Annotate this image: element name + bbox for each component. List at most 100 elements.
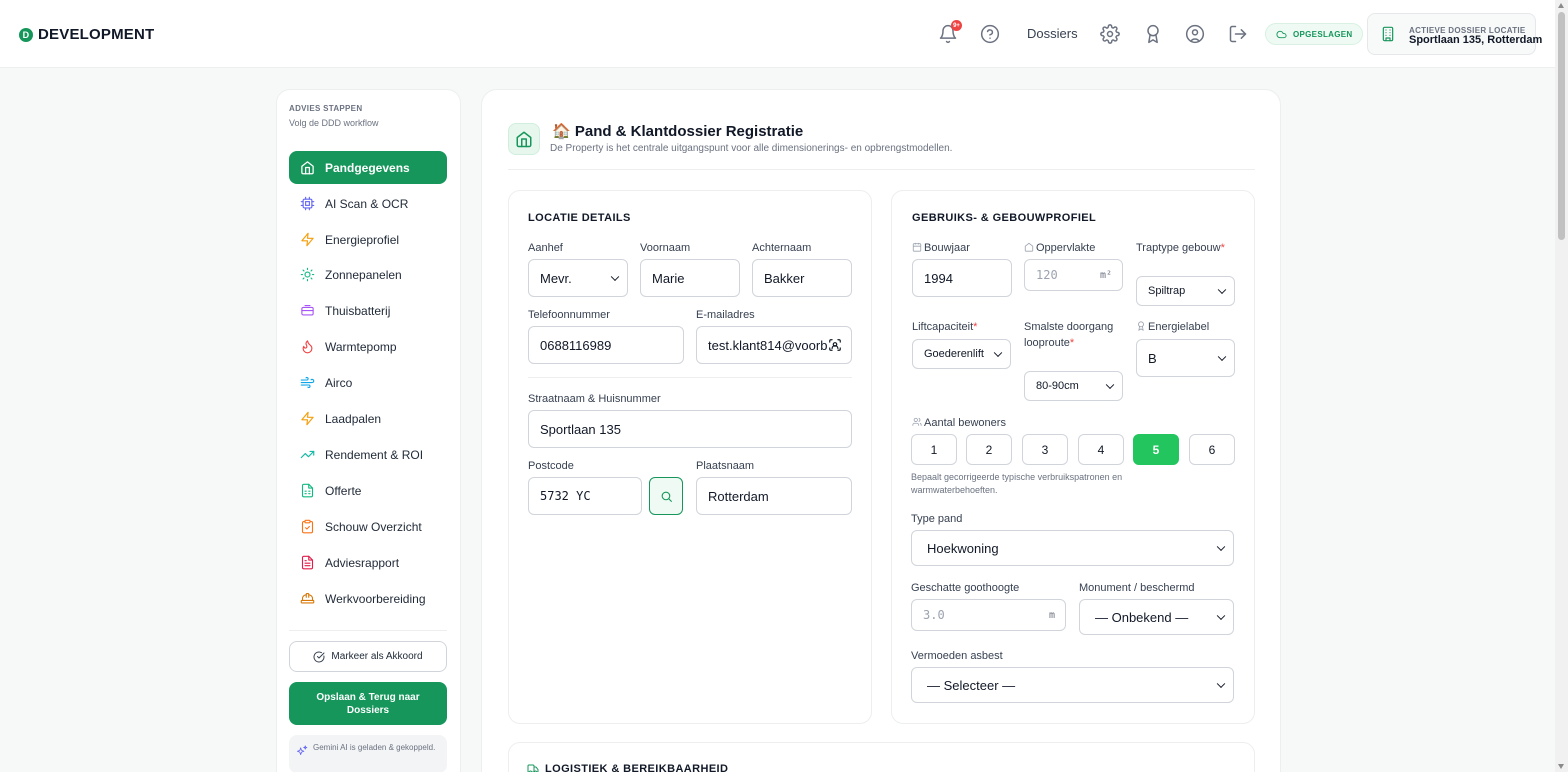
postcode-value: 5732 YC: [540, 489, 591, 503]
gear-icon[interactable]: [1100, 24, 1120, 44]
oppervlakte-label: Oppervlakte: [1024, 240, 1095, 256]
sidebar-item-werkvoorbereiding[interactable]: Werkvoorbereiding: [289, 582, 447, 615]
mark-approved-button[interactable]: Markeer als Akkoord: [289, 641, 447, 672]
award-icon[interactable]: [1143, 24, 1163, 44]
monument-label: Monument / beschermd: [1079, 582, 1195, 594]
page-scrollbar[interactable]: [1555, 0, 1568, 772]
report-icon: [299, 555, 315, 571]
straat-input[interactable]: Sportlaan 135: [528, 410, 852, 448]
required-marker: *: [1069, 337, 1075, 349]
wind-icon: [299, 375, 315, 391]
ai-status-note: Gemini AI is geladen & gekoppeld.: [289, 735, 447, 772]
bolt-icon: [299, 232, 315, 248]
goothoogte-unit: m: [1048, 609, 1055, 621]
bouwjaar-label-text: Bouwjaar: [924, 242, 970, 254]
telefoon-value: 0688116989: [540, 337, 612, 353]
asbest-value: — Selecteer —: [927, 677, 1016, 693]
lift-select[interactable]: Goederenlift: [912, 339, 1011, 369]
email-input[interactable]: test.klant814@voorb: [696, 326, 852, 364]
postcode-input[interactable]: 5732 YC: [528, 477, 642, 515]
bewoners-option-1[interactable]: 1: [911, 434, 957, 465]
goothoogte-input[interactable]: 3.0 m: [911, 599, 1066, 631]
sidebar-item-airco[interactable]: Airco: [289, 366, 447, 399]
bewoners-option-6[interactable]: 6: [1189, 434, 1235, 465]
sidebar-item-label: Zonnepanelen: [325, 267, 402, 282]
building-icon: [1380, 26, 1396, 42]
scroll-thumb[interactable]: [1558, 12, 1565, 240]
sidebar-item-label: Pandgegevens: [325, 160, 410, 175]
sidebar-item-pandgegevens[interactable]: Pandgegevens: [289, 151, 447, 184]
bolt-icon: [299, 411, 315, 427]
traptype-select[interactable]: Spiltrap: [1136, 276, 1235, 306]
required-marker: *: [973, 321, 978, 333]
sparkles-icon: [297, 745, 308, 756]
oppervlakte-input[interactable]: 120 m²: [1024, 259, 1123, 291]
asbest-select[interactable]: — Selecteer —: [911, 667, 1234, 703]
search-icon: [661, 491, 672, 502]
nav-dossiers-link[interactable]: Dossiers: [1027, 26, 1078, 41]
scroll-down-arrow[interactable]: [1558, 764, 1564, 769]
sidebar-item-adviesrapport[interactable]: Adviesrapport: [289, 546, 447, 579]
active-dossier-location[interactable]: ACTIEVE DOSSIER LOCATIE Sportlaan 135, R…: [1367, 13, 1542, 55]
sidebar-item-schouw[interactable]: Schouw Overzicht: [289, 510, 447, 543]
email-label: E-mailadres: [696, 309, 755, 321]
sidebar-item-ai-scan[interactable]: AI Scan & OCR: [289, 187, 447, 220]
scroll-up-arrow[interactable]: [1558, 3, 1564, 8]
aanhef-select[interactable]: Mevr.: [528, 259, 628, 297]
type-pand-label: Type pand: [911, 513, 963, 525]
sidebar-item-zonnepanelen[interactable]: Zonnepanelen: [289, 258, 447, 291]
page-subtitle: De Property is het centrale uitgangspunt…: [550, 143, 953, 154]
sidebar-item-energieprofiel[interactable]: Energieprofiel: [289, 223, 447, 256]
sidebar-item-thuisbatterij[interactable]: Thuisbatterij: [289, 294, 447, 327]
lift-label-text: Liftcapaciteit: [912, 321, 974, 333]
users-icon: [912, 417, 922, 426]
top-bar: D DEVELOPMENT 9+ Dossiers OPGESLAGEN ACT…: [0, 0, 1555, 68]
panel-title: GEBRUIKS- & GEBOUWPROFIEL: [912, 212, 1097, 224]
sidebar-item-label: Laadpalen: [325, 411, 382, 426]
sidebar-item-offerte[interactable]: Offerte: [289, 474, 447, 507]
oppervlakte-label-text: Oppervlakte: [1036, 242, 1096, 254]
cpu-icon: [299, 196, 315, 212]
achternaam-input[interactable]: Bakker: [752, 259, 852, 297]
sidebar-item-warmtepomp[interactable]: Warmtepomp: [289, 330, 447, 363]
monument-select[interactable]: — Onbekend —: [1079, 599, 1234, 635]
plaats-input[interactable]: Rotterdam: [696, 477, 852, 515]
home-icon: [299, 160, 315, 176]
goothoogte-label: Geschatte goothoogte: [911, 582, 1020, 594]
bewoners-option-2[interactable]: 2: [966, 434, 1012, 465]
section-divider: [528, 377, 852, 378]
autofill-icon[interactable]: [828, 338, 842, 352]
logout-icon[interactable]: [1228, 24, 1248, 44]
energielabel-select[interactable]: B: [1136, 339, 1235, 377]
document-icon: [299, 483, 315, 499]
doorgang-label: Smalste doorgang looproute*: [1024, 319, 1119, 351]
energielabel-value: B: [1148, 350, 1157, 366]
home-icon: [508, 123, 540, 155]
home-icon: [1024, 242, 1034, 252]
bewoners-option-3[interactable]: 3: [1022, 434, 1068, 465]
asbest-label: Vermoeden asbest: [911, 650, 1003, 662]
logistics-panel: LOGISTIEK & BEREIKBAARHEID: [508, 742, 1255, 772]
help-icon[interactable]: [980, 24, 1000, 44]
telefoon-input[interactable]: 0688116989: [528, 326, 684, 364]
cloud-check-icon: [1276, 30, 1287, 38]
save-and-return-button[interactable]: Opslaan & Terug naar Dossiers: [289, 682, 447, 725]
sun-icon: [299, 267, 315, 283]
type-pand-select[interactable]: Hoekwoning: [911, 530, 1234, 566]
brand-logo[interactable]: D DEVELOPMENT: [19, 26, 154, 43]
bell-icon[interactable]: 9+: [938, 20, 962, 44]
sidebar-item-laadpalen[interactable]: Laadpalen: [289, 402, 447, 435]
bouwjaar-input[interactable]: 1994: [912, 259, 1012, 297]
sidebar-item-label: Offerte: [325, 483, 362, 498]
bewoners-option-4[interactable]: 4: [1078, 434, 1124, 465]
sidebar-item-label: Warmtepomp: [325, 339, 397, 354]
postcode-lookup-button[interactable]: [649, 477, 683, 515]
sidebar-item-rendement[interactable]: Rendement & ROI: [289, 438, 447, 471]
voornaam-input[interactable]: Marie: [640, 259, 740, 297]
mark-approved-label: Markeer als Akkoord: [331, 651, 423, 662]
user-circle-icon[interactable]: [1185, 24, 1205, 44]
traptype-label-text: Traptype gebouw: [1136, 242, 1221, 254]
ai-status-text: Gemini AI is geladen & gekoppeld.: [313, 743, 436, 752]
doorgang-select[interactable]: 80-90cm: [1024, 371, 1123, 401]
bewoners-option-5[interactable]: 5: [1133, 434, 1179, 465]
